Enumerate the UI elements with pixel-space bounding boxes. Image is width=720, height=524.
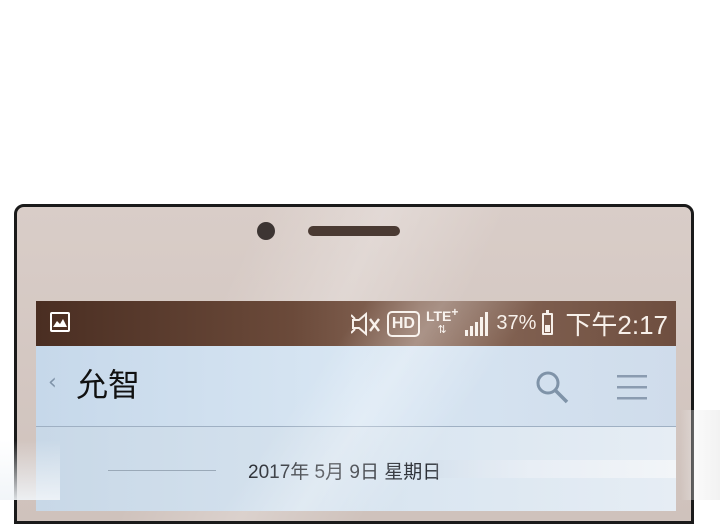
gallery-notification-icon xyxy=(50,312,70,332)
menu-icon[interactable] xyxy=(616,373,648,405)
status-bar: HD LTE + ⇅ 37% 下午2:17 xyxy=(36,301,676,346)
date-divider-line xyxy=(108,470,216,471)
status-icons: HD LTE + ⇅ 37% 下午2:17 xyxy=(350,301,668,346)
chevron-left-icon[interactable]: ‹ xyxy=(48,370,57,395)
status-time: 下午2:17 xyxy=(565,310,668,340)
conversation-title: 允智 xyxy=(76,366,141,404)
blur-overlay-left xyxy=(0,440,60,500)
battery-icon xyxy=(542,309,554,335)
lte-icon: LTE + ⇅ xyxy=(426,305,458,336)
earpiece-speaker xyxy=(308,226,400,236)
app-bar: ‹ 允智 xyxy=(36,346,676,427)
search-icon[interactable] xyxy=(534,369,570,409)
phone-screen: HD LTE + ⇅ 37% 下午2:17 ‹ 允智 2017年 5月 9日 星… xyxy=(36,301,676,511)
motion-blur xyxy=(436,460,676,478)
phone-frame: HD LTE + ⇅ 37% 下午2:17 ‹ 允智 2017年 5月 9日 星… xyxy=(14,204,694,524)
hd-voice-icon: HD xyxy=(386,310,420,337)
date-divider: 2017年 5月 9日 星期日 xyxy=(248,462,442,483)
battery-percent: 37% xyxy=(496,312,537,334)
front-camera xyxy=(257,222,275,240)
mute-icon xyxy=(350,311,381,337)
lte-label: LTE xyxy=(425,307,452,324)
blur-overlay-right xyxy=(680,410,720,500)
lte-plus: + xyxy=(451,304,459,319)
message-list: 2017年 5月 9日 星期日 xyxy=(36,427,676,511)
data-arrows-icon: ⇅ xyxy=(437,322,447,336)
signal-icon xyxy=(464,311,490,336)
battery-fill xyxy=(545,324,551,332)
